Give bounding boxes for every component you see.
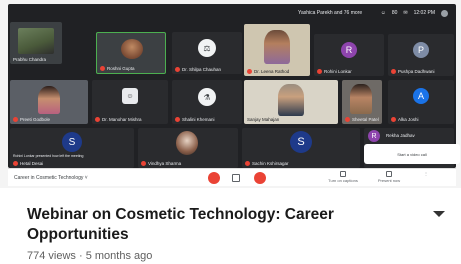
left-meeting-note: Rohini Lonkar presented how left the mee… bbox=[13, 154, 84, 158]
mic-off-icon bbox=[141, 161, 146, 166]
participant-tile[interactable]: P Pushpa Dadhwani bbox=[388, 34, 454, 76]
avatar-initial: R bbox=[345, 45, 353, 55]
present-icon bbox=[386, 171, 392, 177]
participant-name: Hetal Desai bbox=[20, 161, 44, 166]
meeting-time: 12:02 PM bbox=[413, 10, 435, 16]
avatar: S bbox=[62, 132, 82, 152]
participant-video bbox=[278, 84, 304, 116]
upload-age: 5 months ago bbox=[85, 250, 153, 262]
profile-icon: ☺ bbox=[122, 88, 138, 104]
video-title: Webinar on Cosmetic Technology: Career O… bbox=[27, 206, 334, 243]
avatar: P bbox=[413, 42, 429, 58]
avatar: A bbox=[413, 88, 429, 104]
participant-video bbox=[18, 28, 54, 54]
expand-description-icon[interactable] bbox=[433, 211, 445, 217]
mic-off-icon bbox=[175, 117, 180, 122]
mic-off-icon bbox=[391, 69, 396, 74]
participant-tile[interactable]: S Sachin Kshirsagar bbox=[242, 128, 360, 168]
avatar: R bbox=[368, 130, 380, 142]
participant-name: Dr. Manohar Mishra bbox=[102, 117, 142, 122]
participant-tile[interactable]: R Rohini Lonkar bbox=[314, 34, 384, 76]
participant-name: Roshni Gupta bbox=[107, 66, 135, 71]
google-meet-grid: Yashica Parekh and 76 more ☺ 80 ✉ 12:02 … bbox=[8, 4, 460, 168]
camera-toggle-button[interactable] bbox=[254, 172, 266, 184]
meeting-status: Yashica Parekh and 76 more bbox=[298, 7, 362, 19]
participant-name: Sanjay Mahajan bbox=[247, 117, 280, 122]
participant-name: Rohini Lonkar bbox=[324, 69, 352, 74]
captions-button[interactable]: Turn on captions bbox=[328, 171, 358, 183]
mic-off-icon bbox=[95, 117, 100, 122]
participant-tile[interactable]: Vindhya Sharma bbox=[138, 128, 238, 168]
participant-tile[interactable]: ☺ Dr. Manohar Mishra bbox=[92, 80, 168, 124]
meta-separator: · bbox=[75, 250, 86, 262]
mic-toggle-button[interactable] bbox=[208, 172, 220, 184]
mic-off-icon bbox=[391, 117, 396, 122]
mic-off-icon bbox=[13, 117, 18, 122]
youtube-video-page: Yashica Parekh and 76 more ☺ 80 ✉ 12:02 … bbox=[0, 0, 461, 264]
participant-tile[interactable]: Sheetal Patel bbox=[342, 80, 382, 124]
profile-icon: ⚖ bbox=[198, 39, 216, 57]
present-button[interactable]: Present now bbox=[374, 171, 404, 183]
video-metadata: 774 views · 5 months ago bbox=[27, 250, 152, 262]
participant-name: Dr. Shilpa Chauhan bbox=[182, 67, 222, 72]
participant-name: Alka Joshi bbox=[398, 117, 419, 122]
participant-name: Vindhya Sharma bbox=[148, 161, 182, 166]
participant-video bbox=[264, 30, 290, 64]
participant-video bbox=[350, 84, 372, 114]
participants-status-text: Yashica Parekh and 76 more bbox=[298, 10, 363, 16]
meeting-topbar-right: ☺ 80 ✉ 12:02 PM bbox=[381, 7, 448, 19]
user-avatar-small[interactable] bbox=[441, 9, 448, 17]
participant-tile[interactable]: S Rohini Lonkar presented how left the m… bbox=[10, 128, 134, 168]
participant-name: Pushpa Dadhwani bbox=[398, 69, 435, 74]
avatar-initial: A bbox=[417, 91, 424, 101]
avatar-initial: S bbox=[68, 136, 76, 148]
participant-avatar-photo bbox=[176, 131, 198, 155]
participant-tile[interactable]: Roshni Gupta bbox=[96, 32, 166, 74]
meeting-title[interactable]: Career in Cosmetic Technology ˅ bbox=[14, 175, 88, 181]
more-options-button[interactable]: ⋮ bbox=[416, 171, 436, 176]
meeting-title-text: Career in Cosmetic Technology bbox=[14, 174, 84, 181]
participant-name: Shalini Khemani bbox=[182, 117, 215, 122]
meet-control-bar: Career in Cosmetic Technology ˅ Turn on … bbox=[8, 168, 456, 186]
participant-avatar-photo bbox=[121, 39, 143, 59]
avatar: R bbox=[341, 42, 357, 58]
avatar-initial: R bbox=[371, 132, 377, 140]
mic-off-icon bbox=[245, 161, 250, 166]
avatar-initial: S bbox=[297, 136, 305, 148]
participant-tile[interactable]: Prabhu Chandra bbox=[10, 22, 62, 64]
end-call-icon[interactable] bbox=[232, 174, 240, 182]
captions-label: Turn on captions bbox=[328, 178, 358, 183]
participant-tile[interactable]: Dr. Leena Rathod bbox=[244, 24, 310, 76]
call-popup[interactable]: Start a video call bbox=[364, 144, 460, 164]
participant-name: Preeti Godbole bbox=[20, 117, 51, 122]
participant-name: Sachin Kshirsagar bbox=[252, 161, 289, 166]
mic-off-icon bbox=[247, 69, 252, 74]
mic-off-icon bbox=[13, 161, 18, 166]
participant-tile[interactable]: Preeti Godbole bbox=[10, 80, 88, 124]
avatar-initial: P bbox=[417, 45, 424, 55]
avatar: S bbox=[290, 131, 312, 153]
participant-name: Dr. Leena Rathod bbox=[254, 69, 290, 74]
participant-name: Prabhu Chandra bbox=[13, 57, 47, 62]
participant-name: Rekha Jadhav bbox=[386, 133, 415, 138]
participant-tile[interactable]: ⚖ Dr. Shilpa Chauhan bbox=[172, 32, 242, 74]
mic-off-icon bbox=[345, 117, 350, 122]
mic-off-icon bbox=[175, 67, 180, 72]
chat-icon[interactable]: ✉ bbox=[403, 10, 407, 16]
people-icon[interactable]: ☺ bbox=[381, 10, 386, 16]
present-label: Present now bbox=[377, 178, 401, 183]
mic-off-icon bbox=[100, 66, 105, 71]
participant-video bbox=[38, 86, 60, 114]
call-popup-label: Start a video call bbox=[397, 151, 427, 157]
participant-tile[interactable]: A Alka Joshi bbox=[388, 80, 454, 124]
view-count: 774 views bbox=[27, 250, 76, 262]
participant-name: Sheetal Patel bbox=[352, 117, 379, 122]
participant-count: 80 bbox=[391, 10, 398, 16]
participant-tile[interactable]: Sanjay Mahajan bbox=[244, 80, 338, 124]
participant-tile[interactable]: ⚗ Shalini Khemani bbox=[172, 80, 242, 124]
profile-icon: ⚗ bbox=[198, 88, 216, 106]
captions-icon bbox=[340, 171, 346, 177]
mic-off-icon bbox=[317, 69, 322, 74]
video-player[interactable]: Yashica Parekh and 76 more ☺ 80 ✉ 12:02 … bbox=[0, 0, 461, 188]
